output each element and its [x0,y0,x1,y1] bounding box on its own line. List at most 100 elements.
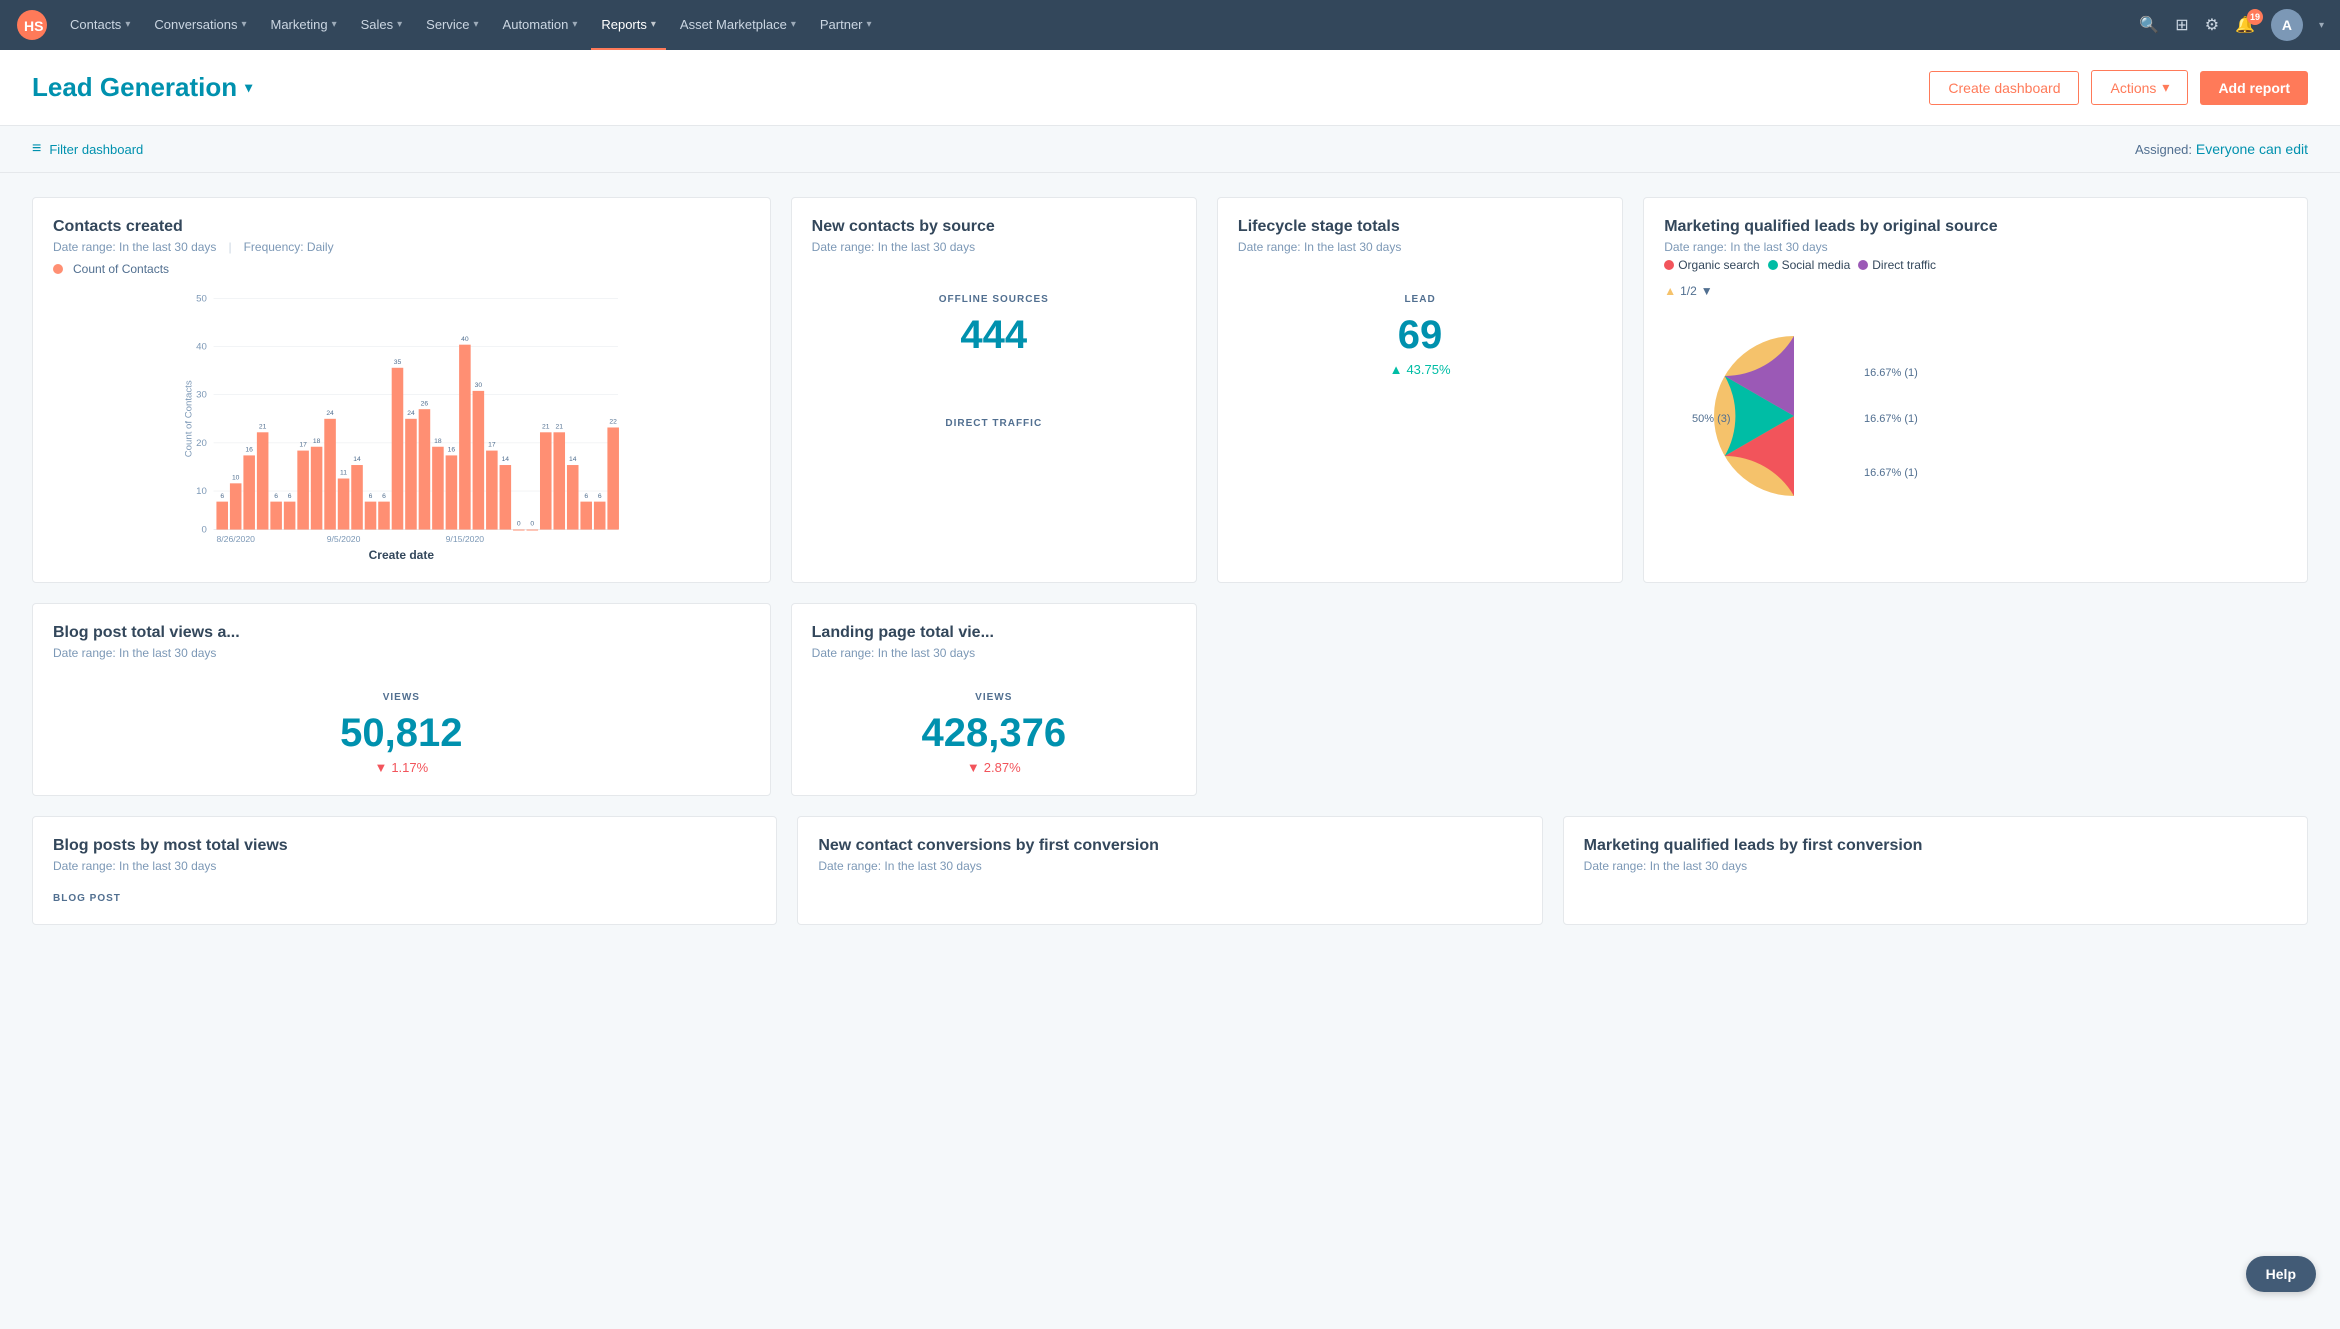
nav-reports[interactable]: Reports ▾ [591,0,666,50]
filter-dashboard-button[interactable]: ≡ Filter dashboard [32,140,143,158]
svg-text:0: 0 [201,524,206,535]
settings-icon[interactable]: ⚙ [2205,15,2219,35]
svg-text:24: 24 [326,410,334,417]
svg-text:9/5/2020: 9/5/2020 [327,534,361,544]
svg-text:6: 6 [288,493,292,500]
legend-direct: Direct traffic [1858,258,1936,272]
notifications-icon[interactable]: 🔔 19 [2235,15,2255,35]
new-contacts-by-source-card: New contacts by source Date range: In th… [791,197,1197,583]
nav-automation[interactable]: Automation ▾ [493,0,588,50]
user-avatar[interactable]: A [2271,9,2303,41]
svg-text:6: 6 [598,493,602,500]
views-value-landing: 428,376 [812,711,1176,756]
search-icon[interactable]: 🔍 [2139,15,2159,35]
chevron-down-icon: ▾ [397,19,402,30]
svg-text:11: 11 [340,470,347,477]
svg-text:21: 21 [542,423,550,430]
arrow-down-icon: ▼ [374,760,387,775]
blog-post-col-header: BLOG POST [53,893,756,904]
svg-text:6: 6 [382,493,386,500]
add-report-button[interactable]: Add report [2200,71,2308,105]
x-axis-label: Create date [53,548,750,562]
card-date-blog-top: Date range: In the last 30 days [53,859,756,873]
lead-label: LEAD [1238,294,1602,305]
nav-sales[interactable]: Sales ▾ [351,0,413,50]
card-date-mql: Date range: In the last 30 days [1664,240,2287,254]
chevron-down-icon: ▾ [474,19,479,30]
chevron-down-icon: ▾ [332,19,337,30]
svg-text:35: 35 [394,359,402,366]
top-navigation: HS Contacts ▾ Conversations ▾ Marketing … [0,0,2340,50]
card-title-conversions: New contact conversions by first convers… [818,837,1521,855]
nav-service[interactable]: Service ▾ [416,0,488,50]
card-date-new-contacts: Date range: In the last 30 days [812,240,1176,254]
svg-text:14: 14 [502,456,510,463]
title-chevron-icon: ▾ [245,79,252,96]
legend-dot [53,264,63,274]
svg-text:8/26/2020: 8/26/2020 [216,534,255,544]
svg-text:22: 22 [609,419,617,426]
social-dot [1768,260,1778,270]
svg-text:21: 21 [259,423,267,430]
svg-text:30: 30 [475,382,483,389]
svg-text:24: 24 [407,410,415,417]
svg-text:16: 16 [448,447,456,454]
nav-partner[interactable]: Partner ▾ [810,0,882,50]
svg-text:9/15/2020: 9/15/2020 [446,534,485,544]
nav-conversations[interactable]: Conversations ▾ [144,0,256,50]
assigned-value[interactable]: Everyone can edit [2196,141,2308,157]
nav-contacts[interactable]: Contacts ▾ [60,0,140,50]
page-title[interactable]: Lead Generation ▾ [32,72,252,103]
lead-change: ▲ 43.75% [1238,362,1602,377]
card-date-landing-views: Date range: In the last 30 days [812,646,1176,660]
grid-icon[interactable]: ⊞ [2175,15,2188,35]
svg-text:17: 17 [488,442,496,449]
mql-by-source-card: Marketing qualified leads by original so… [1643,197,2308,583]
svg-text:50: 50 [196,293,207,304]
notification-count: 19 [2247,9,2263,25]
svg-text:6: 6 [369,493,373,500]
pie-legend: Organic search Social media Direct traff… [1664,258,2287,272]
dashboard-row-1: Contacts created Date range: In the last… [32,197,2308,583]
actions-button[interactable]: Actions ▾ [2091,70,2188,105]
legend-social: Social media [1768,258,1851,272]
card-title-new-contacts: New contacts by source [812,218,1176,236]
page-header: Lead Generation ▾ Create dashboard Actio… [0,50,2340,126]
views-label-landing: VIEWS [812,692,1176,703]
svg-text:26: 26 [421,400,429,407]
card-date-lifecycle: Date range: In the last 30 days [1238,240,1602,254]
svg-text:14: 14 [353,456,361,463]
svg-text:6: 6 [584,493,588,500]
avatar-chevron-icon: ▾ [2319,20,2324,31]
chevron-down-icon: ▾ [867,19,872,30]
svg-text:40: 40 [461,336,469,343]
svg-text:14: 14 [569,456,577,463]
svg-text:16.67% (1): 16.67% (1) [1864,467,1918,479]
nav-marketing[interactable]: Marketing ▾ [260,0,346,50]
create-dashboard-button[interactable]: Create dashboard [1929,71,2079,105]
direct-dot [1858,260,1868,270]
chevron-down-icon: ▾ [125,19,130,30]
svg-text:10: 10 [232,474,240,481]
pie-chart-container: 50% (3) 16.67% (1) 16.67% (1) 16.67% (1) [1664,306,2287,529]
views-change-landing: ▼ 2.87% [812,760,1176,775]
hubspot-logo[interactable]: HS [16,9,48,41]
help-button[interactable]: Help [2246,1256,2316,1292]
arrow-up-icon: ▲ [1390,362,1403,377]
svg-text:30: 30 [196,390,207,401]
blog-posts-top-card: Blog posts by most total views Date rang… [32,816,777,925]
svg-text:20: 20 [196,438,207,449]
svg-text:16.67% (1): 16.67% (1) [1864,413,1918,425]
card-title-mql: Marketing qualified leads by original so… [1664,218,2287,236]
card-title-contacts: Contacts created [53,218,750,236]
svg-text:HS: HS [24,18,43,34]
card-date-conversions: Date range: In the last 30 days [818,859,1521,873]
svg-text:6: 6 [220,493,224,500]
nav-asset-marketplace[interactable]: Asset Marketplace ▾ [670,0,806,50]
card-title-blog-top: Blog posts by most total views [53,837,756,855]
svg-text:16: 16 [245,447,253,454]
arrow-down-icon: ▼ [967,760,980,775]
direct-traffic-label: DIRECT TRAFFIC [812,418,1176,429]
blog-post-views-card: Blog post total views a... Date range: I… [32,603,771,796]
legend-organic: Organic search [1664,258,1759,272]
